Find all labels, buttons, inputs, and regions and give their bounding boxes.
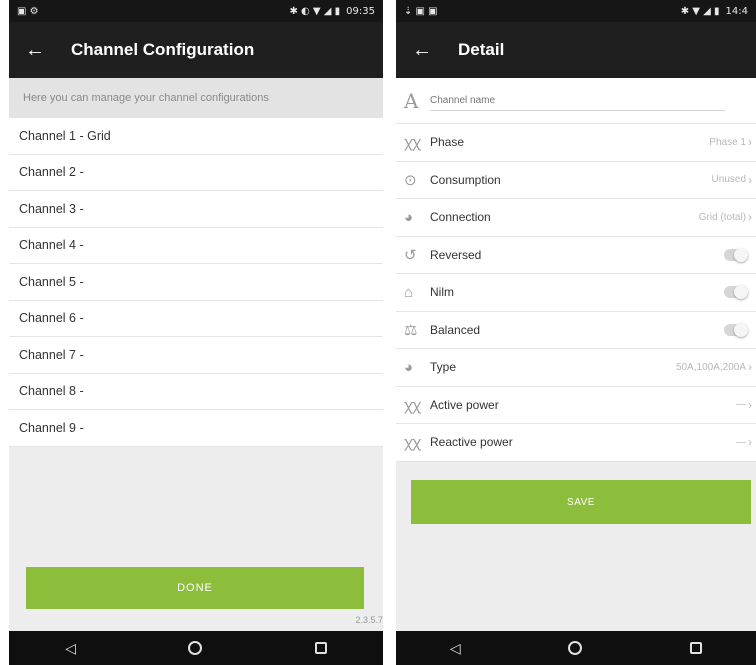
channel-item[interactable]: Channel 9 - bbox=[9, 410, 383, 447]
channel-item[interactable]: Channel 4 - bbox=[9, 228, 383, 264]
nav-home-icon[interactable] bbox=[188, 641, 203, 655]
detail-row-active-power[interactable]: ꭓꭓ Active power — › bbox=[396, 387, 756, 424]
detail-row-label: Nilm bbox=[430, 285, 454, 300]
nav-back-icon[interactable]: ◁ bbox=[65, 641, 76, 655]
detail-form: A ꭓꭓPhasePhase 1›⊙ConsumptionUnused›◕Con… bbox=[396, 78, 756, 462]
phase-icon: ꭓꭓ bbox=[404, 434, 421, 452]
detail-row-nilm[interactable]: ⌂ Nilm bbox=[396, 274, 756, 312]
toggle-switch[interactable] bbox=[724, 322, 748, 337]
toggle-knob bbox=[734, 247, 748, 262]
version-label: 2.3.5.7 bbox=[355, 615, 383, 625]
back-arrow-icon[interactable]: ← bbox=[25, 39, 59, 62]
channel-configuration-screen: ▣ ⚙ ✱ ◐ ▼ ◢ ▮ 09:35 ← Channel Configurat… bbox=[9, 0, 383, 665]
channel-item[interactable]: Channel 8 - bbox=[9, 374, 383, 410]
done-button[interactable]: DONE bbox=[26, 567, 364, 609]
nav-back-icon[interactable]: ◁ bbox=[450, 641, 461, 655]
chevron-right-icon: › bbox=[748, 360, 752, 375]
toggle-knob bbox=[734, 322, 748, 337]
chevron-right-icon: › bbox=[748, 172, 752, 187]
channel-item[interactable]: Channel 7 - bbox=[9, 337, 383, 374]
channel-detail-screen: ⇣ ▣ ▣ ✱ ▼ ◢ ▮ 14:4 ← Detail A ꭓꭓ Phase Pha… bbox=[396, 0, 756, 665]
detail-row-value: — bbox=[736, 399, 746, 411]
detail-row-value: — bbox=[736, 436, 746, 448]
detail-row-label: Connection bbox=[430, 210, 491, 225]
detail-row-label: Active power bbox=[430, 397, 499, 412]
detail-row-label: Reactive power bbox=[430, 435, 513, 450]
nav-home-icon[interactable] bbox=[568, 641, 583, 655]
chevron-right-icon: › bbox=[748, 210, 752, 225]
android-nav-bar: ◁ bbox=[396, 631, 756, 665]
back-arrow-icon[interactable]: ← bbox=[412, 39, 446, 62]
chevron-right-icon: › bbox=[748, 435, 752, 450]
clamp-icon: ◕ bbox=[404, 208, 414, 226]
phase-icon: ꭓꭓ bbox=[404, 396, 421, 414]
target-icon: ⊙ bbox=[404, 171, 417, 189]
status-time: 14:4 bbox=[725, 5, 748, 17]
reverse-arrow-icon: ↺ bbox=[404, 246, 417, 264]
status-icons-right: ✱ ▼ ◢ ▮ bbox=[680, 5, 720, 17]
status-time: 09:35 bbox=[346, 5, 375, 17]
save-button[interactable]: SAVE bbox=[411, 480, 751, 524]
detail-row-value: 50A,100A,200A bbox=[675, 361, 746, 373]
detail-row-balanced[interactable]: ⚖ Balanced bbox=[396, 312, 756, 349]
toggle-knob bbox=[734, 285, 748, 300]
detail-row-consumption[interactable]: ⊙ Consumption Unused › bbox=[396, 162, 756, 199]
chevron-right-icon: › bbox=[748, 397, 752, 412]
detail-row-value: Unused bbox=[711, 174, 746, 186]
channel-list: Channel 1 - Grid Channel 2 - Channel 3 -… bbox=[9, 118, 383, 447]
detail-row-reactive-power[interactable]: ꭓꭓ Reactive power — › bbox=[396, 424, 756, 462]
channel-item[interactable]: Channel 5 - bbox=[9, 264, 383, 301]
nilm-icon: ⌂ bbox=[404, 283, 414, 301]
chevron-right-icon: › bbox=[748, 135, 752, 150]
status-bar: ▣ ⚙ ✱ ◐ ▼ ◢ ▮ 09:35 bbox=[9, 0, 383, 22]
channel-item[interactable]: Channel 1 - Grid bbox=[9, 118, 383, 155]
clamp-icon: ◕ bbox=[404, 358, 414, 376]
nav-recent-apps-icon[interactable] bbox=[690, 642, 703, 654]
detail-row-phase[interactable]: ꭓꭓ Phase Phase 1 › bbox=[396, 124, 756, 162]
detail-row-label: Balanced bbox=[430, 322, 481, 337]
toggle-switch[interactable] bbox=[724, 247, 748, 262]
status-icons-right: ✱ ◐ ▼ ◢ ▮ bbox=[289, 5, 341, 17]
detail-row-value: Grid (total) bbox=[698, 211, 746, 223]
channel-name-row: A bbox=[396, 78, 756, 124]
channel-name-input[interactable] bbox=[430, 90, 725, 111]
info-text: Here you can manage your channel configu… bbox=[9, 78, 383, 118]
text-format-icon: A bbox=[404, 88, 419, 113]
balance-icon: ⚖ bbox=[404, 321, 418, 339]
page-title: Detail bbox=[458, 40, 505, 59]
channel-item[interactable]: Channel 3 - bbox=[9, 191, 383, 228]
detail-row-value: Phase 1 bbox=[709, 136, 746, 148]
channel-item[interactable]: Channel 6 - bbox=[9, 301, 383, 337]
detail-row-label: Phase bbox=[430, 135, 465, 150]
detail-row-label: Reversed bbox=[430, 247, 482, 262]
toggle-switch[interactable] bbox=[724, 285, 748, 300]
phase-icon: ꭓꭓ bbox=[404, 134, 421, 152]
status-icons-left: ⇣ ▣ ▣ bbox=[404, 5, 438, 17]
detail-row-label: Consumption bbox=[430, 172, 501, 187]
page-title: Channel Configuration bbox=[71, 40, 255, 59]
detail-row-connection[interactable]: ◕ Connection Grid (total) › bbox=[396, 199, 756, 237]
app-bar: ← Detail bbox=[396, 22, 756, 78]
channel-item[interactable]: Channel 2 - bbox=[9, 155, 383, 191]
detail-row-reversed[interactable]: ↺ Reversed bbox=[396, 237, 756, 274]
status-bar: ⇣ ▣ ▣ ✱ ▼ ◢ ▮ 14:4 bbox=[396, 0, 756, 22]
detail-row-label: Type bbox=[430, 360, 457, 375]
app-bar: ← Channel Configuration bbox=[9, 22, 383, 78]
android-nav-bar: ◁ bbox=[9, 631, 383, 665]
nav-recent-apps-icon[interactable] bbox=[314, 642, 327, 654]
status-icons-left: ▣ ⚙ bbox=[17, 5, 39, 17]
detail-row-type[interactable]: ◕ Type 50A,100A,200A › bbox=[396, 349, 756, 387]
